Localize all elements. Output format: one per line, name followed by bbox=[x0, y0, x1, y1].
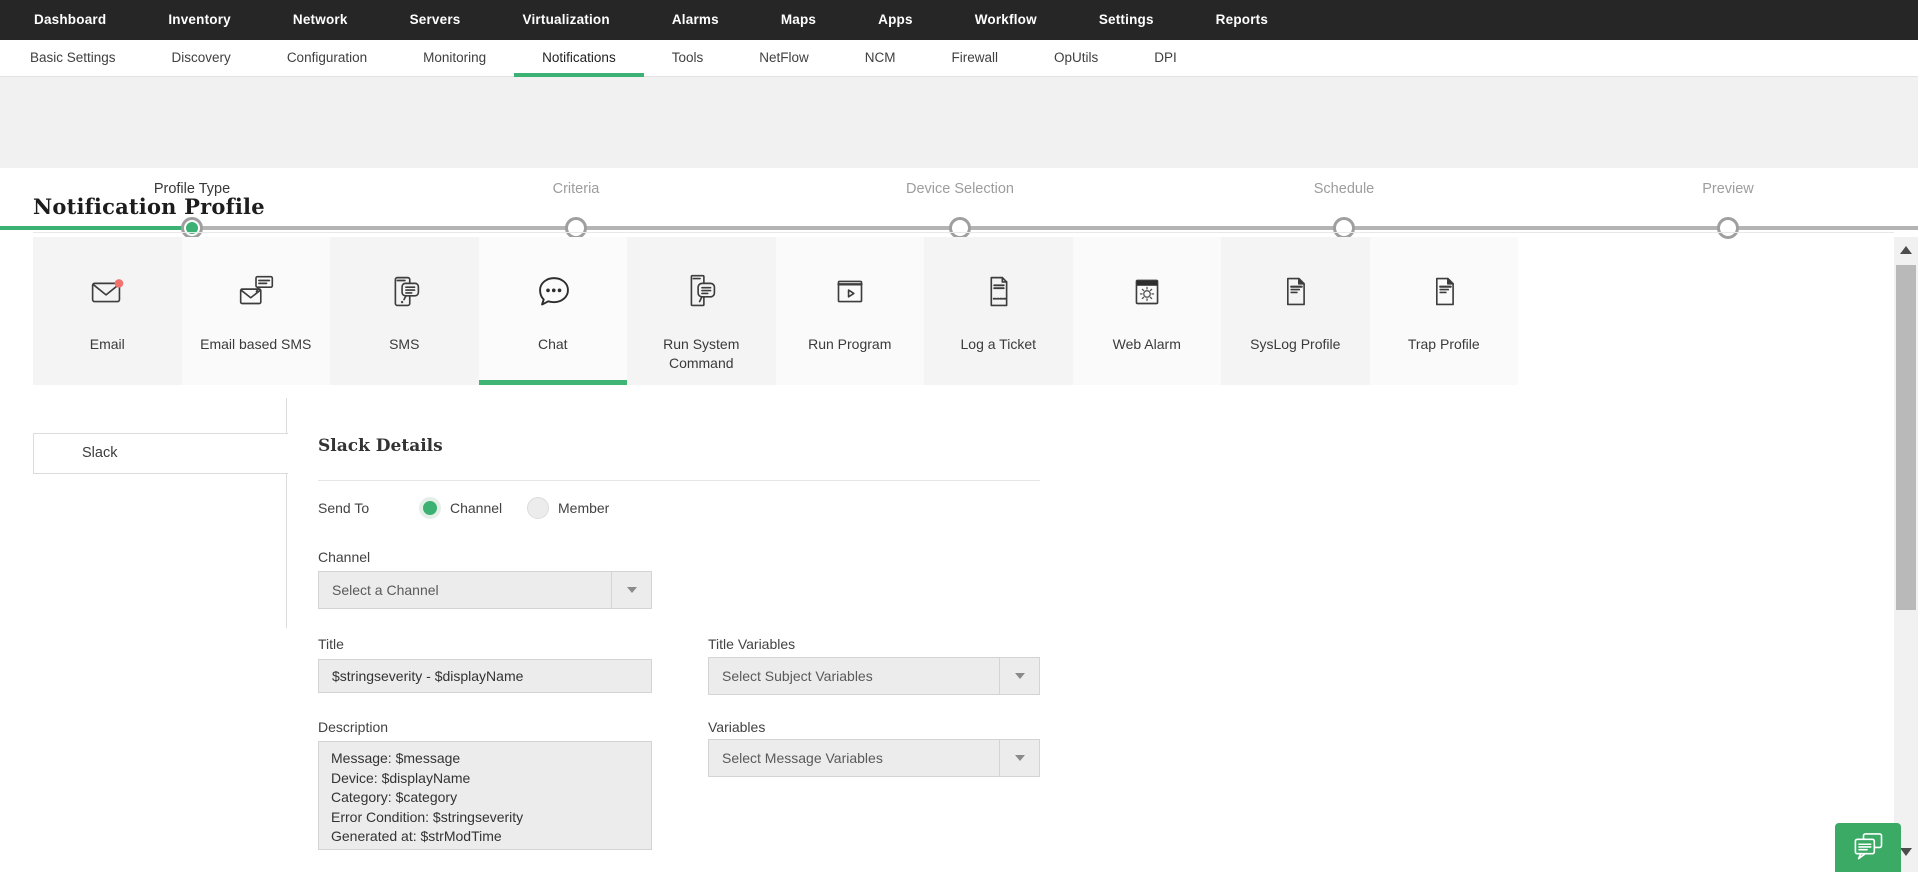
top-nav-item-dashboard[interactable]: Dashboard bbox=[3, 0, 137, 40]
chevron-down-icon[interactable] bbox=[999, 658, 1039, 694]
top-nav-item-reports[interactable]: Reports bbox=[1185, 0, 1299, 40]
email-icon bbox=[84, 259, 130, 325]
profile-type-card-email[interactable]: Email bbox=[33, 237, 182, 385]
profile-type-card-run-program[interactable]: Run Program bbox=[775, 237, 924, 385]
profile-type-cards: Email Email based SMS SMS Chat Run Syste… bbox=[33, 237, 1518, 385]
top-nav-item-network[interactable]: Network bbox=[262, 0, 379, 40]
sub-nav-item-basic-settings[interactable]: Basic Settings bbox=[2, 40, 144, 76]
sub-nav-item-dpi[interactable]: DPI bbox=[1126, 40, 1205, 76]
sub-nav-item-notifications[interactable]: Notifications bbox=[514, 40, 644, 77]
step-dot-device-selection[interactable] bbox=[949, 217, 971, 239]
scroll-up-arrow-icon[interactable] bbox=[1894, 240, 1918, 260]
step-dot-preview[interactable] bbox=[1717, 217, 1739, 239]
chevron-down-icon[interactable] bbox=[611, 572, 651, 608]
profile-type-card-log-a-ticket[interactable]: Log a Ticket bbox=[924, 237, 1073, 385]
step-dot-schedule[interactable] bbox=[1333, 217, 1355, 239]
profile-type-label: Log a Ticket bbox=[960, 336, 1037, 352]
profile-type-label: Chat bbox=[537, 336, 568, 352]
system-command-icon bbox=[678, 259, 724, 325]
support-chat-button[interactable] bbox=[1835, 823, 1901, 872]
profile-type-card-email-based-sms[interactable]: Email based SMS bbox=[181, 237, 330, 385]
title-divider bbox=[33, 232, 1894, 233]
top-nav-item-alarms[interactable]: Alarms bbox=[641, 0, 750, 40]
variables-select-value: Select Message Variables bbox=[722, 750, 883, 766]
sub-nav-item-ncm[interactable]: NCM bbox=[837, 40, 924, 76]
title-variables-label: Title Variables bbox=[708, 636, 796, 652]
form-divider bbox=[318, 480, 1040, 481]
step-label-criteria[interactable]: Criteria bbox=[426, 181, 726, 197]
profile-type-label: Trap Profile bbox=[1407, 336, 1480, 352]
chat-bubbles-icon bbox=[1850, 830, 1886, 866]
profile-type-label: Email bbox=[89, 336, 125, 352]
profile-type-card-sms[interactable]: SMS bbox=[330, 237, 479, 385]
page-title: Notification Profile bbox=[33, 194, 265, 219]
sms-icon bbox=[381, 259, 427, 325]
variables-select[interactable]: Select Message Variables bbox=[708, 739, 1040, 777]
email-sms-icon bbox=[233, 259, 279, 325]
profile-type-card-chat[interactable]: Chat bbox=[478, 237, 627, 385]
web-alarm-icon bbox=[1124, 259, 1170, 325]
syslog-document-icon bbox=[1272, 259, 1318, 325]
step-dot-profile-type[interactable] bbox=[181, 217, 203, 239]
profile-type-label: Email based SMS bbox=[200, 336, 312, 352]
step-label-preview[interactable]: Preview bbox=[1578, 181, 1878, 197]
profile-type-label: SysLog Profile bbox=[1250, 336, 1341, 352]
step-label-device-selection[interactable]: Device Selection bbox=[810, 181, 1110, 197]
sub-nav-item-monitoring[interactable]: Monitoring bbox=[395, 40, 514, 76]
profile-type-label: Web Alarm bbox=[1112, 336, 1181, 352]
channel-field-label: Channel bbox=[318, 549, 371, 565]
sidebar-item-slack[interactable]: Slack bbox=[33, 433, 288, 474]
member-radio-label[interactable]: Member bbox=[558, 500, 609, 516]
channel-select-value: Select a Channel bbox=[332, 582, 439, 598]
top-nav-item-apps[interactable]: Apps bbox=[847, 0, 944, 40]
description-field-label: Description bbox=[318, 719, 389, 735]
top-nav-item-virtualization[interactable]: Virtualization bbox=[492, 0, 641, 40]
top-nav-item-workflow[interactable]: Workflow bbox=[944, 0, 1068, 40]
sub-nav-item-netflow[interactable]: NetFlow bbox=[731, 40, 837, 76]
chat-bubble-icon bbox=[530, 259, 576, 325]
member-radio[interactable] bbox=[527, 497, 549, 519]
vertical-scrollbar[interactable] bbox=[1894, 237, 1918, 872]
title-field-label: Title bbox=[318, 636, 344, 652]
sub-nav-item-discovery[interactable]: Discovery bbox=[144, 40, 259, 76]
stepper-progress bbox=[0, 226, 192, 230]
scrollbar-thumb[interactable] bbox=[1896, 265, 1916, 610]
variables-field-label: Variables bbox=[708, 719, 766, 735]
send-to-label: Send To bbox=[318, 500, 370, 516]
opmanager-notification-profile-screen: Dashboard Inventory Network Servers Virt… bbox=[0, 0, 1918, 872]
top-nav-item-settings[interactable]: Settings bbox=[1068, 0, 1185, 40]
profile-type-card-web-alarm[interactable]: Web Alarm bbox=[1072, 237, 1221, 385]
profile-type-card-syslog-profile[interactable]: SysLog Profile bbox=[1221, 237, 1370, 385]
title-variables-select-value: Select Subject Variables bbox=[722, 668, 873, 684]
top-nav-item-servers[interactable]: Servers bbox=[379, 0, 492, 40]
profile-type-card-trap-profile[interactable]: Trap Profile bbox=[1369, 237, 1518, 385]
profile-type-label: SMS bbox=[389, 336, 420, 352]
trap-document-icon bbox=[1421, 259, 1467, 325]
channel-radio[interactable] bbox=[419, 497, 441, 519]
channel-select[interactable]: Select a Channel bbox=[318, 571, 652, 609]
title-input[interactable] bbox=[318, 659, 652, 693]
run-program-icon bbox=[827, 259, 873, 325]
wizard-stepper: Profile Type Criteria Device Selection S… bbox=[0, 77, 1918, 239]
profile-type-card-run-system-command[interactable]: Run System Command bbox=[627, 237, 776, 385]
top-nav: Dashboard Inventory Network Servers Virt… bbox=[0, 0, 1918, 40]
sub-nav-item-configuration[interactable]: Configuration bbox=[259, 40, 395, 76]
settings-sub-nav: Basic Settings Discovery Configuration M… bbox=[0, 40, 1918, 77]
ticket-icon bbox=[975, 259, 1021, 325]
sub-nav-item-tools[interactable]: Tools bbox=[644, 40, 732, 76]
channel-radio-label[interactable]: Channel bbox=[450, 500, 502, 516]
profile-type-label: Run System Command bbox=[663, 336, 740, 371]
title-variables-select[interactable]: Select Subject Variables bbox=[708, 657, 1040, 695]
description-textarea[interactable]: Message: $message Device: $displayName C… bbox=[318, 741, 652, 850]
profile-type-label: Run Program bbox=[808, 336, 892, 352]
sub-nav-item-firewall[interactable]: Firewall bbox=[923, 40, 1026, 76]
sub-nav-item-oputils[interactable]: OpUtils bbox=[1026, 40, 1126, 76]
step-label-schedule[interactable]: Schedule bbox=[1194, 181, 1494, 197]
top-nav-item-inventory[interactable]: Inventory bbox=[137, 0, 262, 40]
top-nav-item-maps[interactable]: Maps bbox=[750, 0, 847, 40]
slack-details-heading: Slack Details bbox=[318, 436, 443, 456]
step-dot-criteria[interactable] bbox=[565, 217, 587, 239]
chevron-down-icon[interactable] bbox=[999, 740, 1039, 776]
